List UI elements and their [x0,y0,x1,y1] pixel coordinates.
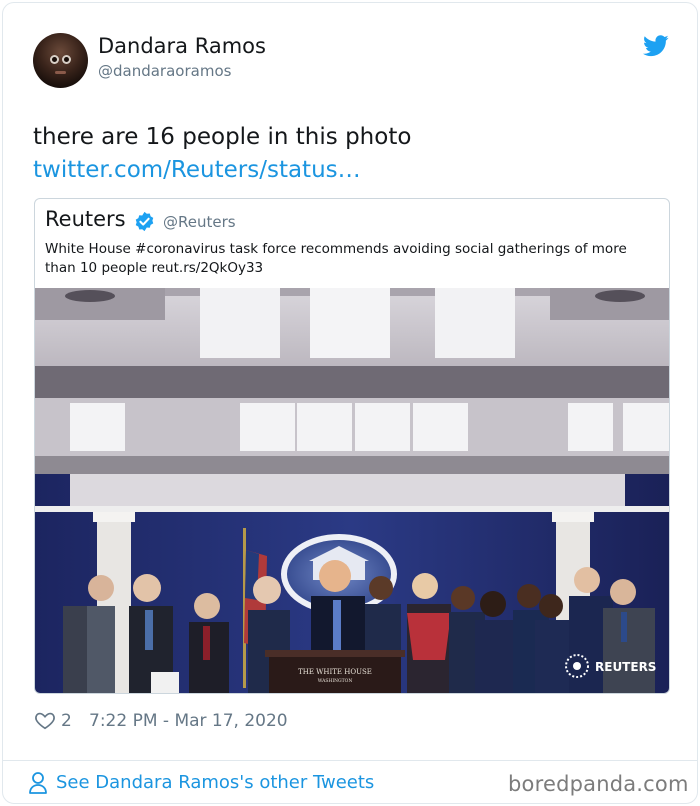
avatar-eye-left [50,55,59,64]
podium-label: THE WHITE HOUSE [298,668,372,676]
tweet-header: Dandara Ramos @dandaraoramos [33,33,673,93]
footer-divider [3,760,697,761]
tweet-link[interactable]: twitter.com/Reuters/status… [33,157,361,183]
person-icon [29,772,47,794]
avatar-eye-right [62,55,71,64]
tweet-card: Dandara Ramos @dandaraoramos there are 1… [2,2,698,804]
like-count[interactable]: 2 [61,711,72,731]
heart-icon[interactable] [34,709,56,731]
photo-scene: THE WHITE HOUSE WASHINGTON REUTERS [35,288,669,693]
quoted-tweet-text: White House #coronavirus task force reco… [45,241,627,276]
avatar[interactable] [33,33,88,88]
quoted-tweet[interactable]: Reuters @Reuters White House #coronaviru… [34,198,670,694]
twitter-bird-icon[interactable] [643,35,669,57]
podium-sublabel: WASHINGTON [318,678,353,684]
tweet-timestamp[interactable]: 7:22 PM - Mar 17, 2020 [89,711,288,731]
quoted-author-handle[interactable]: @Reuters [163,213,236,231]
author-display-name[interactable]: Dandara Ramos [98,34,266,58]
avatar-mouth [55,71,66,74]
quoted-author-name[interactable]: Reuters [45,207,126,231]
verified-badge-icon [135,211,154,232]
see-other-tweets-label[interactable]: See Dandara Ramos's other Tweets [56,772,374,793]
boredpanda-watermark: boredpanda.com [508,772,689,796]
author-handle[interactable]: @dandaraoramos [98,62,231,80]
tweet-actions: 2 7:22 PM - Mar 17, 2020 [34,708,434,734]
press-briefing-photo[interactable]: THE WHITE HOUSE WASHINGTON REUTERS [35,288,669,693]
see-other-tweets-link[interactable]: See Dandara Ramos's other Tweets [28,769,448,799]
tweet-text: there are 16 people in this photo [33,124,412,150]
reuters-credit: REUTERS [595,660,656,674]
